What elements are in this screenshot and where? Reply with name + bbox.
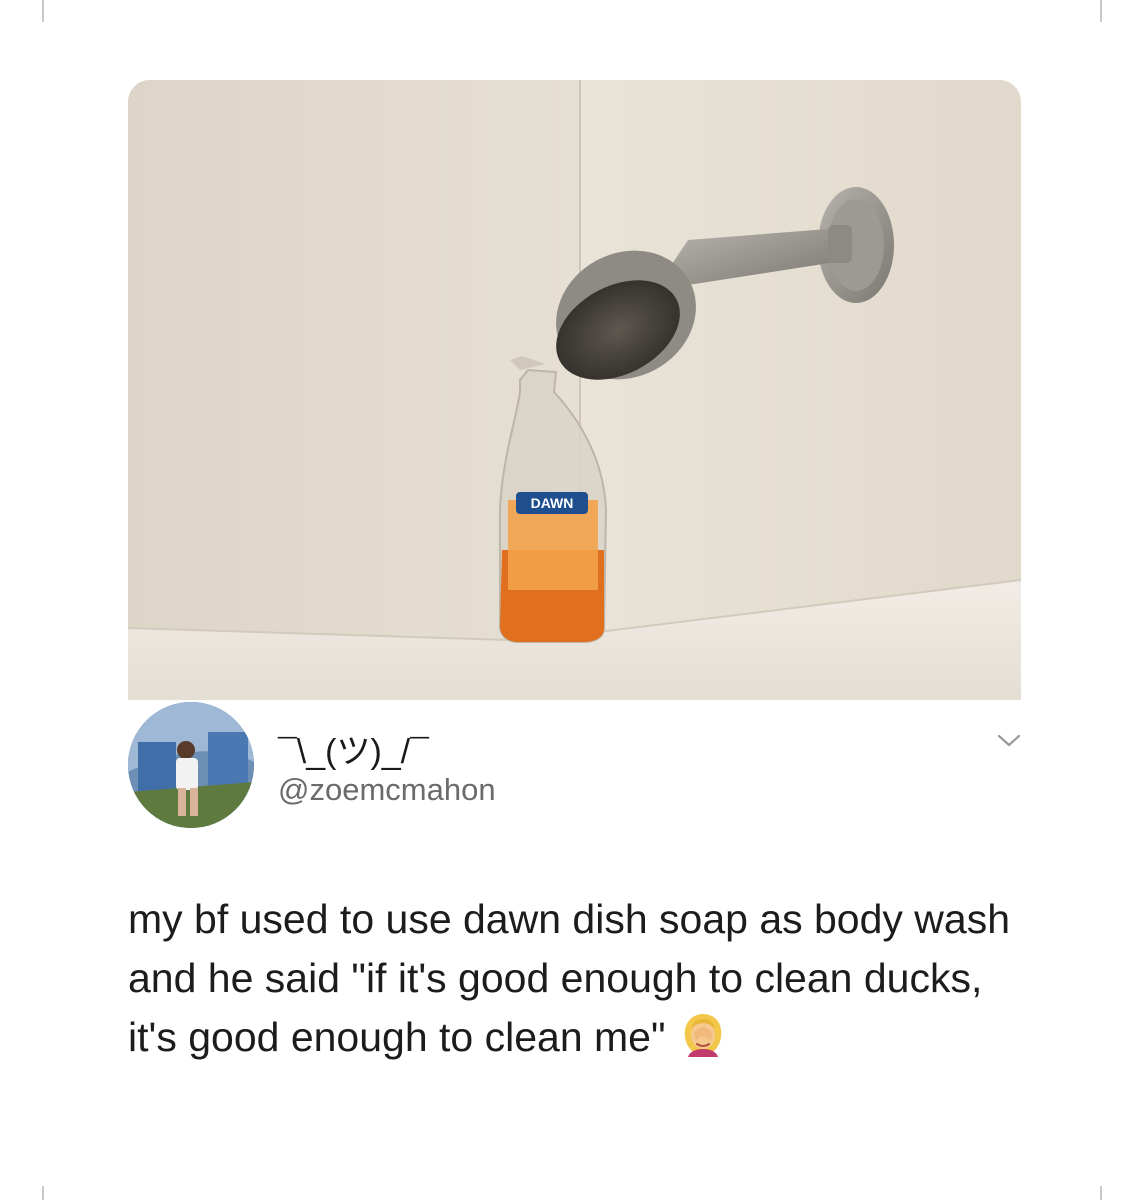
tweet-text: my bf used to use dawn dish soap as body… (128, 896, 1011, 1060)
tweet-body: my bf used to use dawn dish soap as body… (128, 890, 1028, 1067)
bottle-label: DAWN (531, 495, 574, 511)
tweet-author: ¯\_(ツ)_/¯ @zoemcmahon (128, 702, 1021, 832)
edge-tick (1100, 1186, 1102, 1200)
edge-tick (42, 0, 44, 22)
edge-tick (42, 1186, 44, 1200)
woman-facepalming-icon (680, 1011, 726, 1057)
display-name[interactable]: ¯\_(ツ)_/¯ (278, 724, 429, 773)
edge-tick (1100, 0, 1102, 22)
avatar[interactable] (128, 702, 254, 828)
user-handle[interactable]: @zoemcmahon (278, 772, 496, 808)
chevron-down-icon[interactable] (996, 732, 1022, 750)
attached-photo[interactable]: DAWN (128, 80, 1021, 700)
